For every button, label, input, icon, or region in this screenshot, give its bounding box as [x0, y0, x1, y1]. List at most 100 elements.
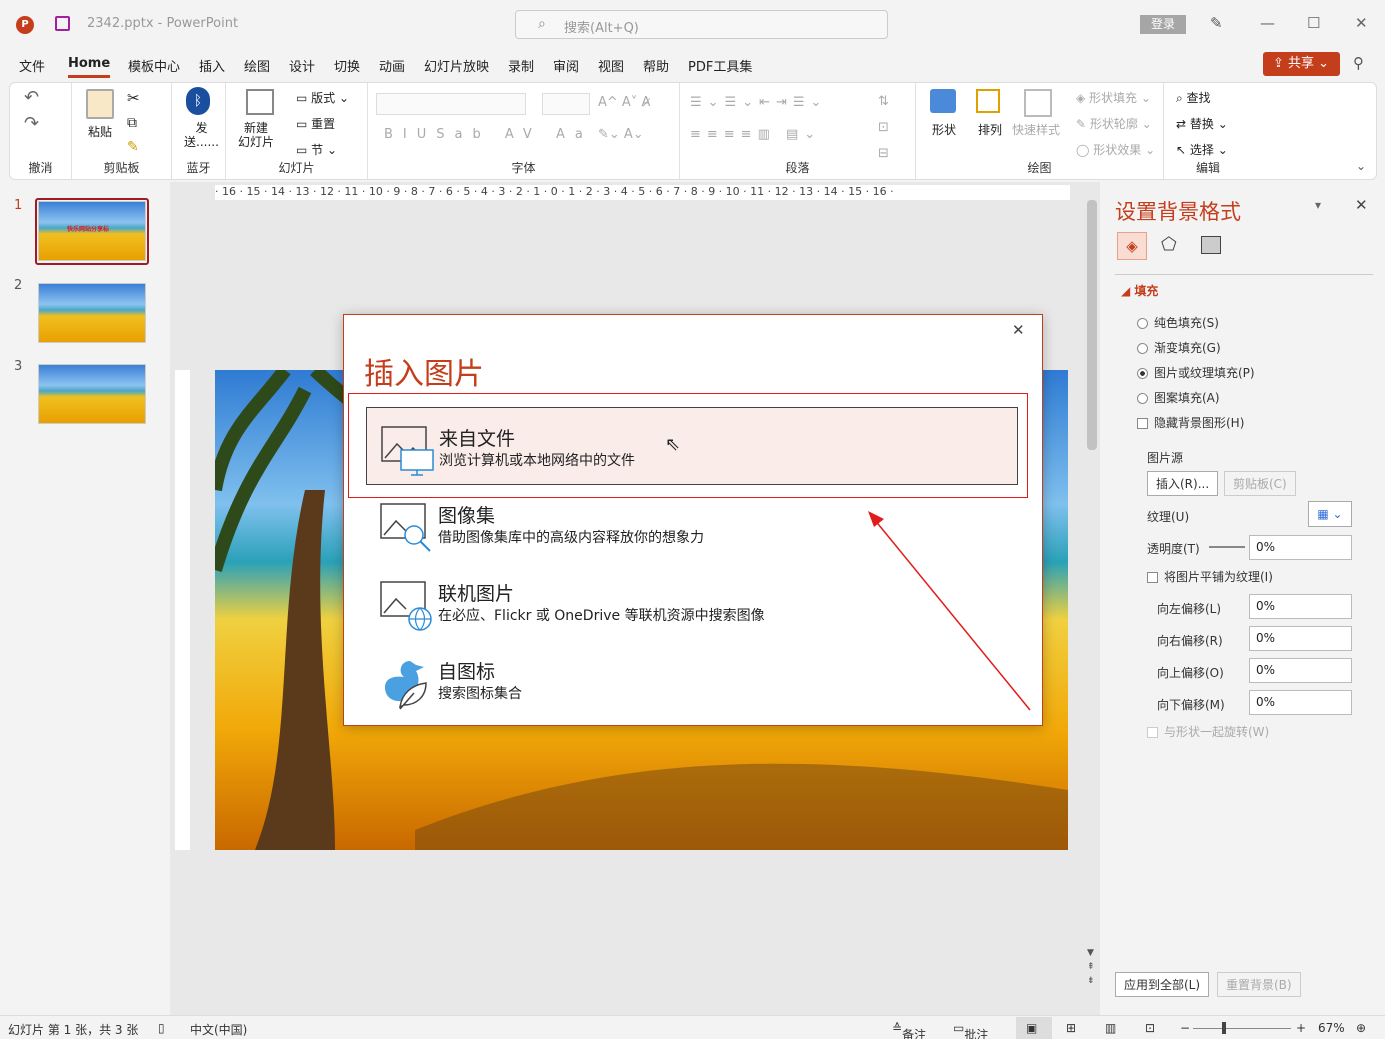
menu-animations[interactable]: 动画 [379, 56, 405, 75]
minimize-icon[interactable]: — [1260, 14, 1275, 32]
zoom-slider-thumb[interactable] [1222, 1022, 1226, 1034]
select-button[interactable]: ↖ 选择 ⌄ [1176, 141, 1228, 158]
menu-record[interactable]: 录制 [508, 56, 534, 75]
share-button[interactable]: ⇪ 共享 ⌄ [1263, 52, 1340, 76]
search-box[interactable]: ⌕ 搜索(Alt+Q) [515, 10, 888, 39]
slide-thumbnail-2[interactable] [38, 283, 146, 343]
offset-bottom-spinner[interactable]: 0% [1249, 690, 1352, 715]
dialog-close-button[interactable]: ✕ [1012, 321, 1025, 339]
zoom-level[interactable]: 67% [1318, 1021, 1345, 1035]
clipboard-button[interactable]: 剪贴板(C) [1224, 471, 1296, 496]
tile-checkbox[interactable]: 将图片平铺为纹理(I) [1147, 568, 1273, 585]
option-from-file[interactable]: 来自文件 浏览计算机或本地网络中的文件 [366, 407, 1018, 485]
font-size-dropdown[interactable] [542, 93, 590, 115]
comments-button[interactable]: ▭ 批注 [953, 1021, 988, 1039]
slideshow-icon[interactable]: ⊡ [1145, 1021, 1155, 1035]
offset-right-spinner[interactable]: 0% [1249, 626, 1352, 651]
pane-options-icon[interactable]: ▾ [1315, 198, 1321, 212]
menu-transitions[interactable]: 切换 [334, 56, 360, 75]
reset-button[interactable]: ▭ 重置 [296, 115, 335, 132]
zoom-slider[interactable] [1193, 1028, 1291, 1029]
grow-font-icon[interactable]: A^ A˅ A̷ [598, 95, 650, 110]
reset-background-button[interactable]: 重置背景(B) [1217, 972, 1301, 997]
paste-button[interactable]: 粘贴 [88, 123, 112, 140]
list-buttons[interactable]: ☰⌄☰⌄⇤⇥☰⌄ [690, 95, 827, 110]
hide-background-checkbox[interactable]: 隐藏背景图形(H) [1137, 414, 1244, 431]
fill-option-solid[interactable]: 纯色填充(S) [1137, 314, 1219, 331]
menu-home[interactable]: Home [68, 56, 110, 71]
bluetooth-icon[interactable]: ᛒ [186, 87, 210, 115]
font-color-icon[interactable]: ✎⌄ A⌄ [598, 127, 644, 142]
redo-icon[interactable]: ↷ [24, 113, 39, 134]
slide-sorter-icon[interactable]: ⊞ [1066, 1021, 1076, 1035]
paste-icon[interactable] [86, 89, 114, 119]
quick-styles-button[interactable]: 快速样式 [1012, 121, 1060, 138]
menu-insert[interactable]: 插入 [199, 56, 225, 75]
fill-option-pattern[interactable]: 图案填充(A) [1137, 389, 1220, 406]
find-button[interactable]: ⌕ 查找 [1176, 89, 1211, 106]
apply-to-all-button[interactable]: 应用到全部(L) [1115, 972, 1210, 997]
shape-effects-button[interactable]: ◯ 形状效果 ⌄ [1076, 141, 1155, 158]
accessibility-icon[interactable]: ▯ [158, 1021, 165, 1035]
layout-button[interactable]: ▭ 版式 ⌄ [296, 89, 349, 106]
quick-styles-icon[interactable] [1024, 89, 1052, 117]
picture-tab-icon[interactable] [1201, 236, 1221, 254]
language-indicator[interactable]: 中文(中国) [190, 1021, 247, 1038]
fill-section-header[interactable]: ◢ 填充 [1121, 282, 1158, 299]
fill-option-picture[interactable]: 图片或纹理填充(P) [1137, 364, 1255, 381]
zoom-in-icon[interactable]: + [1296, 1021, 1306, 1035]
menu-draw[interactable]: 绘图 [244, 56, 270, 75]
undo-icon[interactable]: ↶ [24, 87, 39, 108]
transparency-slider[interactable] [1209, 546, 1245, 548]
offset-left-spinner[interactable]: 0% [1249, 594, 1352, 619]
slide-thumbnail-3[interactable] [38, 364, 146, 424]
align-buttons[interactable]: ≡≡≡≡▥ ▤⌄ [690, 127, 821, 142]
reading-view-icon[interactable]: ▥ [1105, 1021, 1116, 1035]
feedback-icon[interactable]: ⚲ [1353, 54, 1364, 72]
transparency-spinner[interactable]: 0% [1249, 535, 1352, 560]
menu-pdf-tools[interactable]: PDF工具集 [688, 56, 752, 75]
new-slide-icon[interactable] [246, 89, 274, 115]
pen-icon[interactable]: ✎ [1210, 14, 1223, 32]
vertical-scrollbar[interactable] [1087, 200, 1097, 450]
notes-button[interactable]: ≙ 备注 [892, 1021, 926, 1039]
text-direction-icons[interactable]: ⇅ ⊡ ⊟ [878, 89, 889, 167]
replace-button[interactable]: ⇄ 替换 ⌄ [1176, 115, 1228, 132]
format-painter-icon[interactable]: ✎ [127, 139, 139, 155]
zoom-out-icon[interactable]: − [1180, 1021, 1190, 1035]
pane-close-icon[interactable]: ✕ [1355, 196, 1368, 214]
save-icon[interactable] [55, 16, 70, 31]
effects-tab-icon[interactable]: ⬠ [1161, 234, 1177, 255]
shapes-icon[interactable] [930, 89, 956, 113]
menu-template-center[interactable]: 模板中心 [128, 56, 180, 75]
menu-design[interactable]: 设计 [289, 56, 315, 75]
shapes-button[interactable]: 形状 [932, 121, 956, 138]
shape-outline-button[interactable]: ✎ 形状轮廓 ⌄ [1076, 115, 1152, 132]
fill-option-gradient[interactable]: 渐变填充(G) [1137, 339, 1221, 356]
window-close-icon[interactable]: ✕ [1355, 14, 1368, 32]
font-name-dropdown[interactable] [376, 93, 526, 115]
fit-to-window-icon[interactable]: ⊕ [1356, 1021, 1366, 1035]
scroll-nav-icons[interactable]: ▼ ⇞ ⇟ [1087, 946, 1095, 988]
fill-tab-icon[interactable]: ◈ [1117, 232, 1147, 260]
collapse-ribbon-icon[interactable]: ⌄ [1356, 159, 1366, 173]
offset-top-spinner[interactable]: 0% [1249, 658, 1352, 683]
new-slide-button[interactable]: 新建 幻灯片 [238, 121, 274, 149]
copy-icon[interactable]: ⧉ [127, 115, 137, 131]
menu-help[interactable]: 帮助 [643, 56, 669, 75]
send-button[interactable]: 发 送...... [184, 121, 219, 149]
maximize-icon[interactable]: ☐ [1307, 14, 1320, 32]
login-button[interactable]: 登录 [1140, 15, 1186, 34]
cut-icon[interactable]: ✂ [127, 89, 140, 107]
section-button[interactable]: ▭ 节 ⌄ [296, 141, 337, 158]
menu-slideshow[interactable]: 幻灯片放映 [424, 56, 489, 75]
texture-dropdown[interactable]: ▦ ⌄ [1308, 501, 1352, 527]
arrange-button[interactable]: 排列 [978, 121, 1002, 138]
shape-fill-button[interactable]: ◈ 形状填充 ⌄ [1076, 89, 1151, 106]
menu-view[interactable]: 视图 [598, 56, 624, 75]
rotate-with-shape-checkbox[interactable]: 与形状一起旋转(W) [1147, 723, 1269, 740]
insert-picture-button[interactable]: 插入(R)... [1147, 471, 1219, 496]
slide-thumbnail-1[interactable]: 快乐网站分享标 [38, 201, 146, 261]
menu-review[interactable]: 审阅 [553, 56, 579, 75]
arrange-icon[interactable] [976, 89, 1000, 113]
